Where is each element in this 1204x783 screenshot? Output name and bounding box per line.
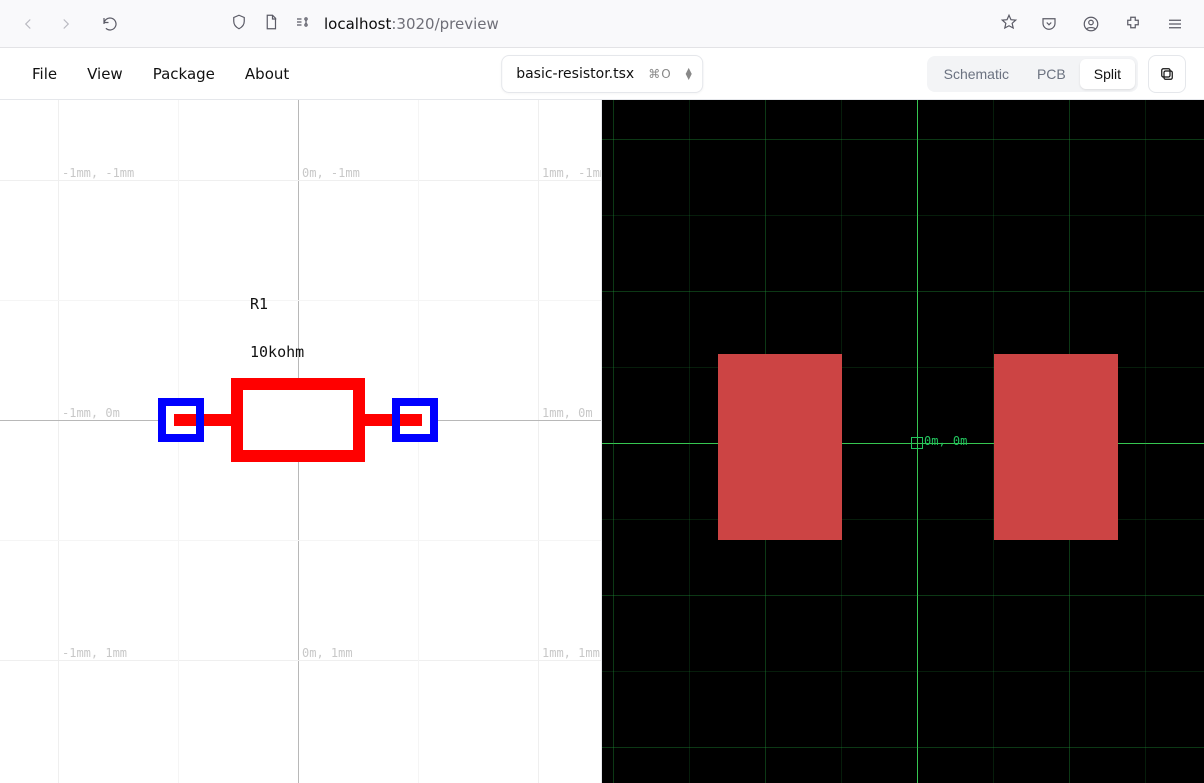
permissions-icon: [294, 13, 312, 35]
file-picker[interactable]: basic-resistor.tsx ⌘O ▲▼: [501, 55, 703, 93]
view-mode-toggle: Schematic PCB Split: [927, 56, 1138, 92]
menu-view[interactable]: View: [73, 59, 137, 89]
coord-label: -1mm, 1mm: [62, 646, 127, 660]
pcb-pad-1[interactable]: [718, 354, 842, 540]
account-icon[interactable]: [1074, 7, 1108, 41]
pcb-pad-2[interactable]: [994, 354, 1118, 540]
nav-back-button[interactable]: [12, 8, 44, 40]
tab-pcb[interactable]: PCB: [1023, 59, 1080, 89]
coord-label: 1mm, 0m: [542, 406, 593, 420]
chevron-updown-icon: ▲▼: [686, 68, 692, 80]
coord-label: 0m, -1mm: [302, 166, 360, 180]
grid-line: [58, 100, 59, 783]
coord-label: -1mm, 0m: [62, 406, 120, 420]
pin-2: [400, 414, 422, 426]
url-text: localhost:3020/preview: [324, 15, 499, 33]
component-value: 10kohm: [250, 343, 304, 361]
resistor-body[interactable]: [231, 378, 365, 462]
nav-reload-button[interactable]: [94, 8, 126, 40]
pcb-pane[interactable]: 0m, 0m: [602, 100, 1204, 783]
menu-package[interactable]: Package: [139, 59, 229, 89]
tab-split[interactable]: Split: [1080, 59, 1135, 89]
coord-label: 1mm, -1mm: [542, 166, 602, 180]
coord-label: 0m, 1mm: [302, 646, 353, 660]
nav-forward-button[interactable]: [50, 8, 82, 40]
file-picker-shortcut: ⌘O: [648, 67, 671, 81]
coord-label: -1mm, -1mm: [62, 166, 134, 180]
pin-1: [174, 414, 196, 426]
extensions-icon[interactable]: [1116, 7, 1150, 41]
tab-schematic[interactable]: Schematic: [930, 59, 1023, 89]
grid-line: [0, 660, 601, 661]
menu-about[interactable]: About: [231, 59, 303, 89]
page-icon: [262, 13, 280, 35]
menu-file[interactable]: File: [18, 59, 71, 89]
shield-icon: [230, 13, 248, 35]
app-menu-icon[interactable]: [1158, 7, 1192, 41]
origin-label: 0m, 0m: [924, 434, 967, 448]
copy-button[interactable]: [1148, 55, 1186, 93]
bookmark-star-icon[interactable]: [1000, 13, 1018, 35]
origin-marker: [911, 437, 923, 449]
grid-line: [0, 180, 601, 181]
schematic-pane[interactable]: -1mm, -1mm 0m, -1mm 1mm, -1mm -1mm, 0m 1…: [0, 100, 602, 783]
component-ref: R1: [250, 295, 268, 313]
pocket-icon[interactable]: [1032, 7, 1066, 41]
grid-line: [538, 100, 539, 783]
coord-label: 1mm, 1mm: [542, 646, 600, 660]
file-picker-filename: basic-resistor.tsx: [516, 66, 634, 82]
url-bar[interactable]: localhost:3020/preview: [222, 7, 1026, 41]
